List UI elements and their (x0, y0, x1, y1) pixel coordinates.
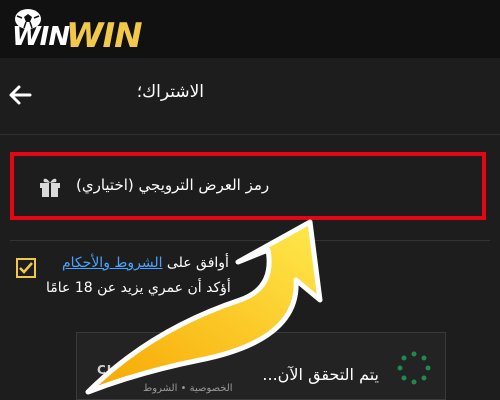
top-bar: WIN WIN (0, 0, 500, 58)
terms-checkbox[interactable] (16, 258, 36, 278)
back-arrow-icon[interactable] (8, 84, 32, 106)
terms-prefix: أوافق على (162, 255, 229, 271)
terms-agreement-text: أوافق على الشروط والأحكام (62, 255, 229, 271)
page-header: الاشتراك؛ (0, 58, 500, 135)
captcha-links[interactable]: الخصوصية • الشروط (143, 383, 233, 394)
logo-text-white: WIN (12, 22, 70, 52)
divider (10, 240, 490, 241)
checkmark-icon (19, 262, 33, 274)
logo-text-yellow: WIN (66, 16, 143, 56)
age-confirmation-text: أؤكد أن عمري يزيد عن 18 عامًا (46, 280, 231, 296)
captcha-status: يتم التحقق الآن... (262, 365, 379, 384)
page-title: الاشتراك؛ (136, 82, 204, 102)
loading-spinner-icon (397, 351, 431, 385)
captcha-widget[interactable]: يتم التحقق الآن... CLOUD الخصوصية • الشر… (76, 332, 446, 400)
terms-link[interactable]: الشروط والأحكام (62, 255, 162, 271)
promo-code-field[interactable]: رمز العرض الترويجي (اختياري) (10, 152, 486, 220)
winwin-logo[interactable]: WIN WIN (6, 6, 146, 56)
gift-icon (40, 178, 60, 197)
cloudflare-logo: CLOUD (97, 363, 148, 377)
promo-code-label: رمز العرض الترويجي (اختياري) (76, 176, 270, 194)
